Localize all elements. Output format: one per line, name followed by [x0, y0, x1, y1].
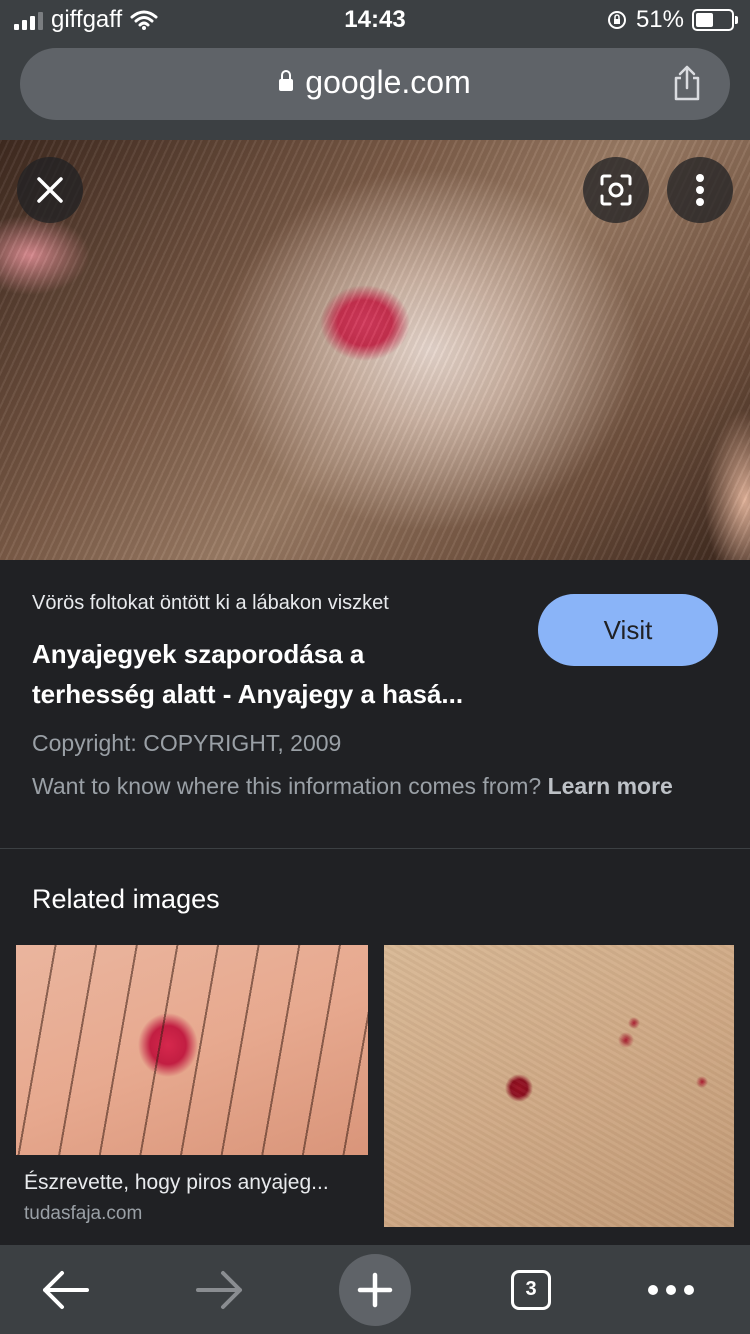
- forward-arrow-icon: [196, 1270, 242, 1309]
- result-info: Vörös foltokat öntött ki a lábakon viszk…: [0, 560, 750, 848]
- more-options-button[interactable]: [667, 157, 733, 223]
- battery-icon: [692, 9, 738, 31]
- orientation-lock-icon: [607, 11, 626, 29]
- image-texture: [16, 945, 368, 1155]
- bottom-toolbar: 3: [0, 1245, 750, 1334]
- url-display[interactable]: google.com: [20, 64, 730, 101]
- related-images-heading: Related images: [32, 884, 220, 914]
- result-title-line2: terhesség alatt - Anyajegy a hasá...: [32, 679, 464, 709]
- lens-icon: [600, 174, 632, 206]
- forward-button[interactable]: [175, 1245, 265, 1334]
- new-tab-icon: [357, 1272, 393, 1307]
- battery-level-fill: [696, 13, 714, 27]
- related-image-card[interactable]: Észrevette, hogy piros anyajeg... tudasf…: [16, 945, 368, 1225]
- battery-percent: 51%: [635, 6, 684, 33]
- info-note-text: Want to know where this information come…: [32, 773, 548, 799]
- browser-top-bar: giffgaff 14:43 51% google.com: [0, 0, 750, 140]
- lock-icon: [279, 70, 294, 91]
- more-menu-button[interactable]: [626, 1245, 716, 1334]
- related-image-card[interactable]: [384, 945, 734, 1227]
- related-image-caption[interactable]: Észrevette, hogy piros anyajeg...: [24, 1171, 368, 1195]
- section-divider: [0, 848, 750, 849]
- related-image-thumbnail[interactable]: [16, 945, 368, 1155]
- tab-switcher-icon: 3: [511, 1269, 551, 1310]
- image-texture: [384, 945, 734, 1227]
- visit-button[interactable]: Visit: [538, 594, 718, 666]
- result-title[interactable]: Anyajegyek szaporodása a terhesség alatt…: [32, 634, 512, 714]
- new-tab-button[interactable]: [339, 1245, 411, 1334]
- learn-more-link[interactable]: Learn more: [548, 773, 673, 799]
- related-image-domain: tudasfaja.com: [24, 1203, 143, 1224]
- more-vert-icon: [696, 174, 704, 206]
- source-line[interactable]: Vörös foltokat öntött ki a lábakon viszk…: [32, 592, 389, 615]
- main-image[interactable]: [0, 140, 750, 560]
- share-icon[interactable]: [672, 64, 702, 102]
- info-note: Want to know where this information come…: [32, 770, 712, 803]
- status-bar: giffgaff 14:43 51%: [0, 0, 750, 42]
- close-icon: [37, 177, 63, 203]
- tab-switcher-button[interactable]: 3: [486, 1245, 576, 1334]
- address-bar[interactable]: google.com: [20, 48, 730, 120]
- back-arrow-icon: [43, 1270, 89, 1309]
- status-right: 51%: [606, 6, 738, 34]
- back-button[interactable]: [20, 1245, 110, 1334]
- more-horiz-icon: [648, 1284, 694, 1295]
- url-text: google.com: [305, 64, 471, 100]
- lens-button[interactable]: [583, 157, 649, 223]
- related-image-thumbnail[interactable]: [384, 945, 734, 1227]
- copyright-text: Copyright: COPYRIGHT, 2009: [32, 730, 342, 756]
- result-title-line1: Anyajegyek szaporodása a: [32, 639, 365, 669]
- new-tab-circle: [339, 1253, 411, 1326]
- close-button[interactable]: [17, 157, 83, 223]
